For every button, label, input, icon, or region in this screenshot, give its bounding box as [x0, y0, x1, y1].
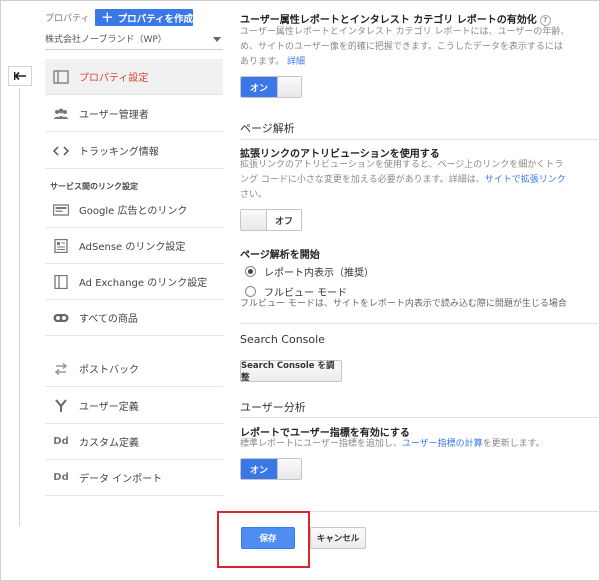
- rail-divider: [19, 88, 20, 526]
- sidebar-item-property-settings[interactable]: プロパティ設定: [45, 59, 223, 95]
- user-metrics-desc-text: 標準レポートにユーザー指標を追加し、: [240, 439, 402, 449]
- sidebar-item-custom-definitions[interactable]: Dd カスタム定義: [45, 424, 223, 460]
- toggle-knob: [277, 459, 301, 479]
- user-analysis-heading: ユーザー分析: [240, 401, 306, 414]
- create-property-label: プロパティを作成: [117, 13, 194, 25]
- radio-circle: [245, 286, 256, 297]
- dd-icon: Dd: [53, 436, 69, 447]
- sidebar-item-postback[interactable]: ポストバック: [45, 351, 223, 387]
- sidebar-item-user-management[interactable]: ユーザー管理者: [45, 96, 223, 132]
- property-settings-panel: ユーザー属性レポートとインタレスト カテゴリ レポートの有効化? ユーザー属性レ…: [240, 0, 600, 581]
- sidebar-item-label: トラッキング情報: [79, 147, 159, 158]
- property-header: プロパティ + プロパティを作成: [45, 9, 193, 26]
- arrow-left-icon: [13, 71, 26, 81]
- user-metrics-calc-link[interactable]: ユーザー指標の計算: [402, 439, 483, 449]
- enhanced-link-desc-line: ング コードに小さな変更を加える必要があります。詳細は、: [240, 175, 485, 185]
- toggle-on-label: オン: [241, 77, 277, 97]
- sidebar-item-label: ユーザー管理者: [79, 110, 149, 121]
- full-view-note: フルビュー モードは、サイトをレポート内表示で読み込む際に問題が生じる場合: [240, 299, 567, 309]
- infinity-icon: [52, 310, 70, 326]
- cancel-button[interactable]: キャンセル: [310, 527, 366, 549]
- toggle-on-label: オン: [241, 459, 277, 479]
- sidebar-item-user-definitions[interactable]: ユーザー定義: [45, 388, 223, 424]
- demographics-learn-more-link[interactable]: 詳細: [287, 57, 305, 67]
- sidebar-item-ad-exchange[interactable]: Ad Exchange のリンク設定: [45, 264, 223, 300]
- section-divider: [240, 417, 600, 418]
- section-divider: [240, 139, 600, 140]
- demographics-desc-line: あります。: [240, 57, 285, 67]
- enhanced-link-help-link[interactable]: サイトで拡張リンク: [485, 175, 566, 185]
- demographics-description: ユーザー属性レポートとインタレスト カテゴリ レポートには、ユーザーの年齢、 め…: [240, 25, 569, 70]
- help-icon[interactable]: ?: [539, 14, 551, 26]
- sidebar-item-data-import[interactable]: Dd データ インポート: [45, 460, 223, 496]
- search-console-heading: Search Console: [240, 333, 325, 346]
- radio-label: レポート内表示（推奨）: [264, 268, 374, 279]
- section-title-service-links: サービス間のリンク設定: [50, 182, 138, 191]
- demographics-toggle[interactable]: オン: [240, 76, 302, 98]
- sidebar-item-label: ポストバック: [79, 365, 139, 376]
- sidebar-item-label: AdSense のリンク設定: [79, 242, 186, 253]
- chevron-down-icon: [213, 37, 221, 42]
- enhanced-link-desc-line: 拡張リンクのアトリビューションを使用すると、ページ上のリンクを細かくトラ: [240, 160, 564, 170]
- radio-in-report[interactable]: レポート内表示（推奨）: [245, 264, 374, 279]
- admin-sidebar: プロパティ + プロパティを作成 株式会社ノーブランド（WP） プロパティ設定 …: [45, 0, 225, 500]
- sidebar-item-label: データ インポート: [79, 474, 163, 485]
- radio-selected-dot: [248, 269, 253, 274]
- toggle-knob: [277, 77, 301, 97]
- demographics-desc-line: ユーザー属性レポートとインタレスト カテゴリ レポートには、ユーザーの年齢、: [240, 27, 570, 37]
- ads-icon: [52, 202, 70, 218]
- postback-icon: [52, 361, 70, 377]
- users-icon: [52, 106, 70, 122]
- back-button[interactable]: [8, 66, 32, 86]
- page-analytics-heading: ページ解析: [240, 122, 295, 135]
- sidebar-item-label: Ad Exchange のリンク設定: [79, 278, 208, 289]
- adsense-icon: [52, 238, 70, 254]
- enhanced-link-toggle[interactable]: オフ: [240, 209, 302, 231]
- sidebar-item-label: Google 広告とのリンク: [79, 206, 188, 217]
- toggle-off-label: オフ: [267, 210, 301, 230]
- plus-icon: +: [101, 8, 114, 26]
- sidebar-item-label: すべての商品: [79, 314, 138, 325]
- demographics-desc-line: め、サイトのユーザー像を的確に把握できます。こうしたデータを表示するには: [240, 42, 563, 52]
- property-select-value: 株式会社ノーブランド（WP）: [45, 35, 167, 45]
- sidebar-item-tracking-info[interactable]: トラッキング情報: [45, 133, 223, 169]
- toggle-knob: [241, 210, 267, 230]
- page-analytics-start-title: ページ解析を開始: [240, 250, 320, 261]
- fork-icon: [52, 398, 70, 414]
- demographics-title: ユーザー属性レポートとインタレスト カテゴリ レポートの有効化?: [240, 11, 551, 26]
- section-divider: [240, 323, 600, 324]
- create-property-button[interactable]: + プロパティを作成: [95, 9, 193, 26]
- property-label: プロパティ: [45, 14, 90, 24]
- dd-icon: Dd: [53, 472, 69, 483]
- highlight-annotation: [217, 511, 310, 568]
- sidebar-item-google-ads[interactable]: Google 広告とのリンク: [45, 192, 223, 228]
- user-metrics-desc-text: を更新します。: [482, 439, 545, 449]
- sidebar-item-label: ユーザー定義: [79, 402, 139, 413]
- user-metrics-toggle[interactable]: オン: [240, 458, 302, 480]
- enhanced-link-desc-line: さい。: [240, 190, 268, 200]
- enhanced-link-description: 拡張リンクのアトリビューションを使用すると、ページ上のリンクを細かくトラ ング …: [240, 158, 566, 203]
- property-select[interactable]: 株式会社ノーブランド（WP）: [45, 32, 223, 50]
- sidebar-item-adsense[interactable]: AdSense のリンク設定: [45, 228, 223, 264]
- window-icon: [52, 69, 70, 85]
- adexchange-icon: [52, 274, 70, 290]
- sidebar-item-label: カスタム定義: [79, 438, 139, 449]
- sidebar-item-label: プロパティ設定: [79, 73, 149, 84]
- code-icon: [52, 143, 70, 159]
- radio-circle: [245, 266, 256, 277]
- sidebar-item-all-products[interactable]: すべての商品: [45, 300, 223, 336]
- adjust-search-console-button[interactable]: Search Console を調整: [240, 360, 342, 383]
- user-metrics-description: 標準レポートにユーザー指標を追加し、ユーザー指標の計算を更新します。: [240, 437, 545, 452]
